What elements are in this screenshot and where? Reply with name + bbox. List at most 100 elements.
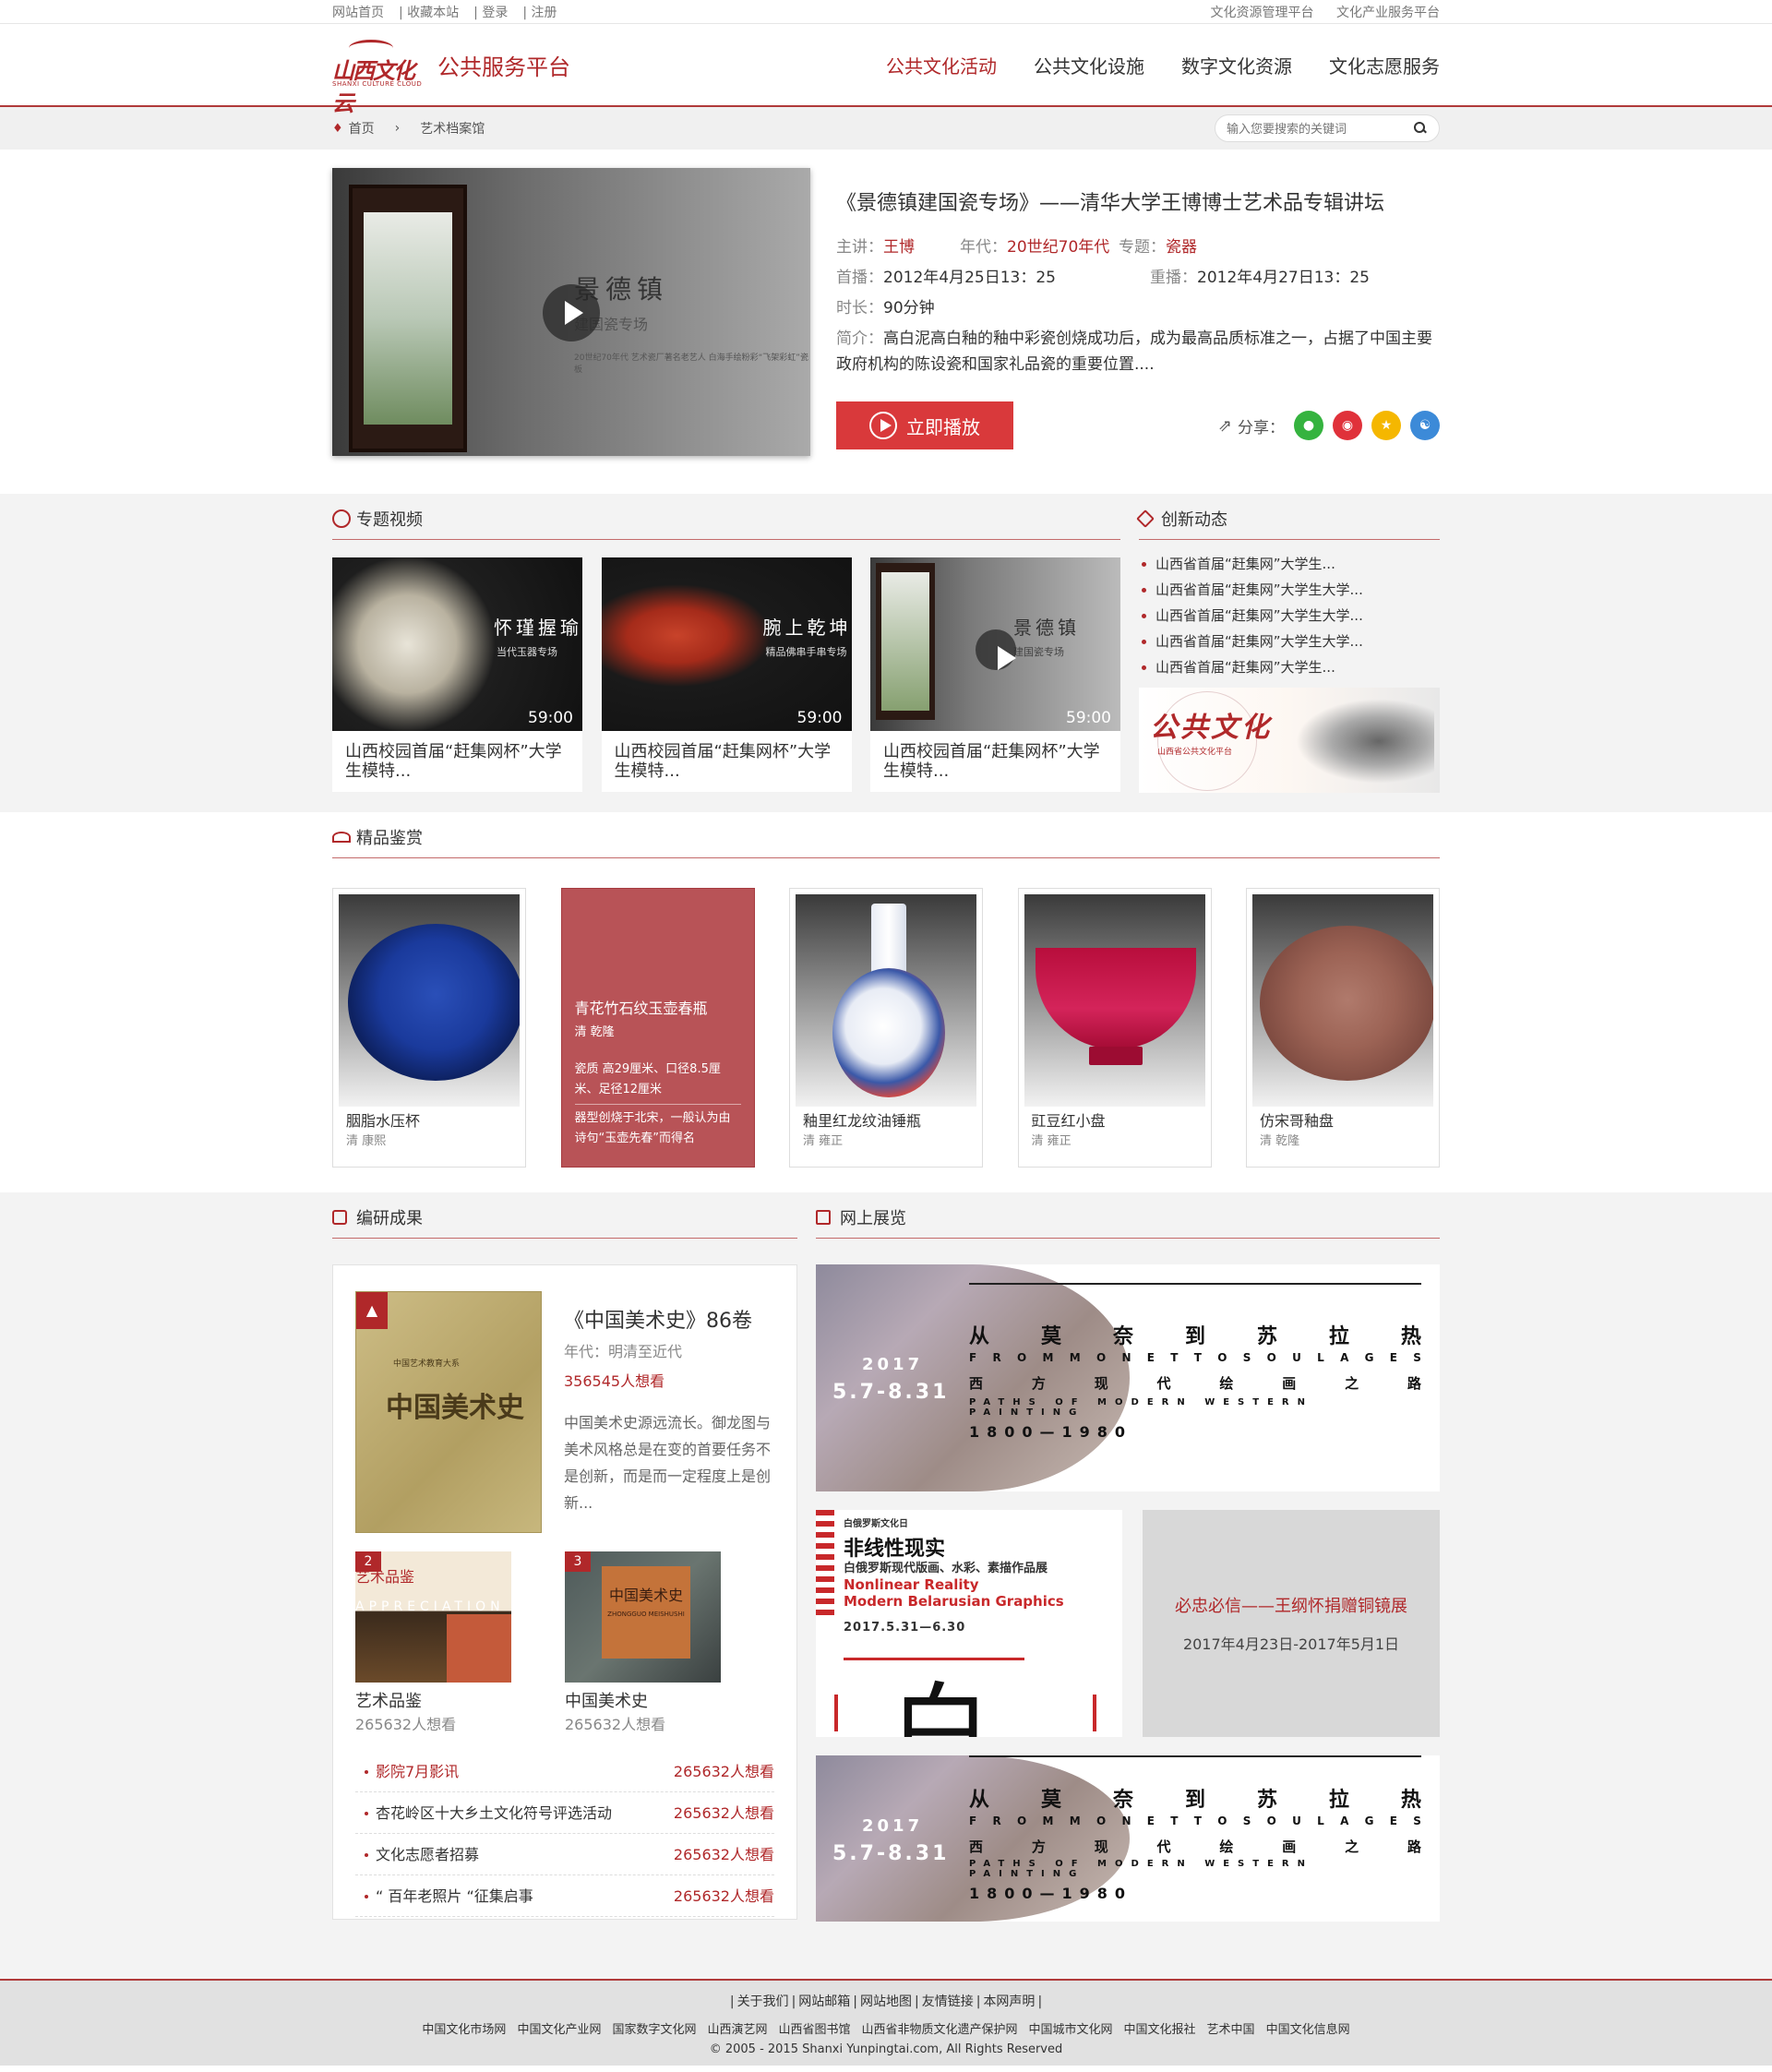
treasure-dynasty: 清 乾隆 — [1260, 1134, 1300, 1148]
top-book[interactable]: ▲ 中国艺术教育大系 中国美术史 《中国美术史》86卷 年代：明清至近代 356… — [355, 1291, 774, 1533]
list-item[interactable]: 影院7月影讯 265632人想看 — [355, 1751, 774, 1792]
treasure-card-hover[interactable]: 青花竹石纹玉壶春瓶 清 乾隆 瓷质 高29厘米、口径8.5厘米、足径12厘米 器… — [560, 888, 755, 1168]
search-icon[interactable] — [1413, 121, 1428, 136]
research-box: ▲ 中国艺术教育大系 中国美术史 《中国美术史》86卷 年代：明清至近代 356… — [332, 1264, 797, 1920]
book-cover[interactable]: 3 中国美术史 ZHONGGUO MEISHUSHI — [565, 1551, 721, 1683]
intro-label: 简介： — [836, 329, 883, 348]
exhibit-mirror-card[interactable]: 必忠必信——王纲怀捐赠铜镜展 2017年4月23日-2017年5月1日 — [1143, 1510, 1440, 1737]
monet-subtitle-en: PATHS OF MODERN WESTERN PAINTING — [969, 1397, 1313, 1418]
exhibit-monet-banner-2[interactable]: 2017 5.7-8.31 从莫奈到苏拉热 FROMMONETTOSOULAGE… — [816, 1755, 1440, 1922]
video-card[interactable]: 腕上乾坤 精品佛串手串专场 59:00 山西校园首届“赶集网杯”大学生模特... — [601, 557, 852, 792]
rank-badge: ▲ — [356, 1292, 388, 1329]
treasure-size: 瓷质 高29厘米、口径8.5厘米、足径12厘米 — [574, 1060, 741, 1105]
video-title[interactable]: 山西校园首届“赶集网杯”大学生模特... — [870, 731, 1120, 792]
video-thumbnail[interactable]: 怀瑾握瑜 当代玉器专场 59:00 — [332, 557, 582, 731]
book-title[interactable]: 《中国美术史》86卷 — [564, 1304, 774, 1334]
videos-section: 专题视频 怀瑾握瑜 当代玉器专场 59:00 山西校园首届“赶集网杯”大学生模特… — [0, 494, 1772, 812]
list-item[interactable]: 文化志愿者招募 265632人想看 — [355, 1834, 774, 1875]
qzone-icon[interactable]: ★ — [1371, 411, 1401, 440]
footer-link[interactable]: 友情链接 — [922, 1994, 974, 2009]
home-icon: ♦ — [332, 121, 343, 136]
bookmark-link[interactable]: 收藏本站 — [407, 6, 459, 20]
news-item[interactable]: 山西省首届“赶集网”大学生大学... — [1139, 603, 1440, 629]
video-title[interactable]: 山西校园首届“赶集网杯”大学生模特... — [602, 731, 852, 792]
treasure-card[interactable]: 釉里红龙纹油锤瓶 清 雍正 — [789, 888, 983, 1168]
list-item[interactable]: “ 百年老照片 “征集启事 265632人想看 — [355, 1875, 774, 1917]
video-thumbnail[interactable]: 腕上乾坤 精品佛串手串专场 59:00 — [601, 557, 852, 731]
monet-subtitle-cn: 西方现代绘画之路 — [969, 1375, 1421, 1392]
rank-badge: 3 — [565, 1551, 591, 1572]
footer-link[interactable]: 关于我们 — [737, 1994, 789, 2009]
era-value[interactable]: 20世纪70年代 — [1007, 238, 1109, 257]
banner-title: 公共文化 — [1150, 712, 1272, 744]
logo[interactable]: 山西文化云 SHANXI CULTURE CLOUD 公共服务平台 — [332, 36, 570, 116]
play-icon — [332, 509, 351, 528]
renren-icon[interactable]: ☯ — [1410, 411, 1440, 440]
breadcrumb-home[interactable]: 首页 — [349, 119, 375, 138]
treasure-name: 青花竹石纹玉壶春瓶 — [574, 1000, 708, 1017]
footer-link[interactable]: 网站地图 — [860, 1994, 912, 2009]
partner-link[interactable]: 中国文化报社 — [1124, 2023, 1196, 2037]
book-cover[interactable]: 2 艺术品鉴 APPRECIATION — [355, 1551, 511, 1683]
site-title: 公共服务平台 — [437, 54, 570, 80]
duration-value: 90分钟 — [883, 299, 935, 317]
weibo-icon[interactable]: ◉ — [1333, 411, 1362, 440]
news-item[interactable]: 山西省首届“赶集网”大学生... — [1139, 654, 1440, 680]
play-now-button[interactable]: 立即播放 — [836, 401, 1013, 449]
topic-value[interactable]: 瓷器 — [1166, 238, 1197, 257]
speaker-value[interactable]: 王博 — [883, 238, 915, 257]
book-card[interactable]: 3 中国美术史 ZHONGGUO MEISHUSHI 中国美术史 265632人… — [565, 1551, 721, 1734]
resource-mgmt-link[interactable]: 文化资源管理平台 — [1211, 6, 1314, 20]
book-name[interactable]: 艺术品鉴 — [355, 1688, 511, 1712]
wechat-icon[interactable]: ● — [1294, 411, 1323, 440]
login-link[interactable]: 登录 — [482, 6, 508, 20]
video-title[interactable]: 山西校园首届“赶集网杯”大学生模特... — [332, 731, 582, 792]
news-item[interactable]: 山西省首届“赶集网”大学生大学... — [1139, 629, 1440, 654]
nav-cultural-activities[interactable]: 公共文化活动 — [886, 52, 997, 78]
treasure-card[interactable]: 豇豆红小盘 清 雍正 — [1017, 888, 1212, 1168]
partner-link[interactable]: 中国文化产业网 — [517, 2023, 601, 2037]
exhibit-belarus-card[interactable]: 白俄罗斯文化日 非线性现实 白俄罗斯现代版画、水彩、素描作品展 Nonlinea… — [816, 1510, 1122, 1737]
topic-label: 专题： — [1119, 238, 1166, 257]
premiere-value: 2012年4月25日13：25 — [883, 269, 1056, 287]
partner-link[interactable]: 艺术中国 — [1207, 2023, 1255, 2037]
video-card[interactable]: 怀瑾握瑜 当代玉器专场 59:00 山西校园首届“赶集网杯”大学生模特... — [332, 557, 582, 792]
research-list: 影院7月影讯 265632人想看 杏花岭区十大乡土文化符号评选活动 265632人想… — [355, 1751, 774, 1917]
intro-text: 高白泥高白釉的釉中彩瓷创烧成功后，成为最高品质标准之一，占据了中国主要政府机构的… — [836, 329, 1432, 374]
book-card[interactable]: 2 艺术品鉴 APPRECIATION 艺术品鉴 265632人想看 — [355, 1551, 511, 1734]
thumb-note: 20世纪70年代 艺术瓷厂著名老艺人 白海手绘粉彩“飞架彩虹”瓷板 — [574, 353, 808, 375]
home-link[interactable]: 网站首页 — [332, 6, 384, 20]
partner-link[interactable]: 中国文化信息网 — [1266, 2023, 1350, 2037]
footer-link[interactable]: 网站邮箱 — [798, 1994, 850, 2009]
video-duration: 59:00 — [528, 709, 573, 727]
exhibit-monet-banner[interactable]: 2017 5.7-8.31 从莫奈到苏拉热 FROMMONETTOSOULAGE… — [816, 1264, 1440, 1491]
nav-cultural-facilities[interactable]: 公共文化设施 — [1034, 52, 1144, 78]
book-name[interactable]: 中国美术史 — [565, 1688, 721, 1712]
duration-label: 时长： — [836, 299, 883, 317]
industry-service-link[interactable]: 文化产业服务平台 — [1336, 6, 1440, 20]
video-card[interactable]: 景德镇 建国瓷专场 59:00 山西校园首届“赶集网杯”大学生模特... — [870, 557, 1120, 792]
partner-link[interactable]: 中国城市文化网 — [1029, 2023, 1113, 2037]
news-item[interactable]: 山西省首届“赶集网”大学生... — [1139, 551, 1440, 577]
play-icon[interactable] — [543, 284, 600, 341]
lecture-thumbnail[interactable]: 景德镇 建国瓷专场 20世纪70年代 艺术瓷厂著名老艺人 白海手绘粉彩“飞架彩虹… — [332, 168, 810, 456]
video-thumbnail[interactable]: 景德镇 建国瓷专场 59:00 — [870, 557, 1120, 731]
list-item[interactable]: 杏花岭区十大乡土文化符号评选活动 265632人想看 — [355, 1792, 774, 1834]
partner-link[interactable]: 山西省图书馆 — [778, 2023, 850, 2037]
news-heading: 创新动态 — [1136, 497, 1440, 540]
nav-digital-resources[interactable]: 数字文化资源 — [1181, 52, 1292, 78]
partner-link[interactable]: 山西省非物质文化遗产保护网 — [862, 2023, 1018, 2037]
nav-volunteer-service[interactable]: 文化志愿服务 — [1329, 52, 1440, 78]
register-link[interactable]: 注册 — [532, 6, 557, 20]
footer-link[interactable]: 本网声明 — [983, 1994, 1035, 2009]
play-icon[interactable] — [976, 629, 1016, 670]
news-item[interactable]: 山西省首届“赶集网”大学生大学... — [1139, 577, 1440, 603]
treasure-card[interactable]: 仿宋哥釉盘 清 乾隆 — [1246, 888, 1440, 1168]
book-cover[interactable]: ▲ 中国艺术教育大系 中国美术史 — [355, 1291, 542, 1533]
treasure-card[interactable]: 胭脂水压杯 清 康熙 — [332, 888, 526, 1168]
partner-link[interactable]: 国家数字文化网 — [612, 2023, 696, 2037]
partner-link[interactable]: 山西演艺网 — [707, 2023, 767, 2037]
search-input[interactable] — [1227, 121, 1402, 136]
public-culture-banner[interactable]: 公共文化 山西省公共文化平台 — [1139, 688, 1440, 793]
partner-link[interactable]: 中国文化市场网 — [422, 2023, 506, 2037]
